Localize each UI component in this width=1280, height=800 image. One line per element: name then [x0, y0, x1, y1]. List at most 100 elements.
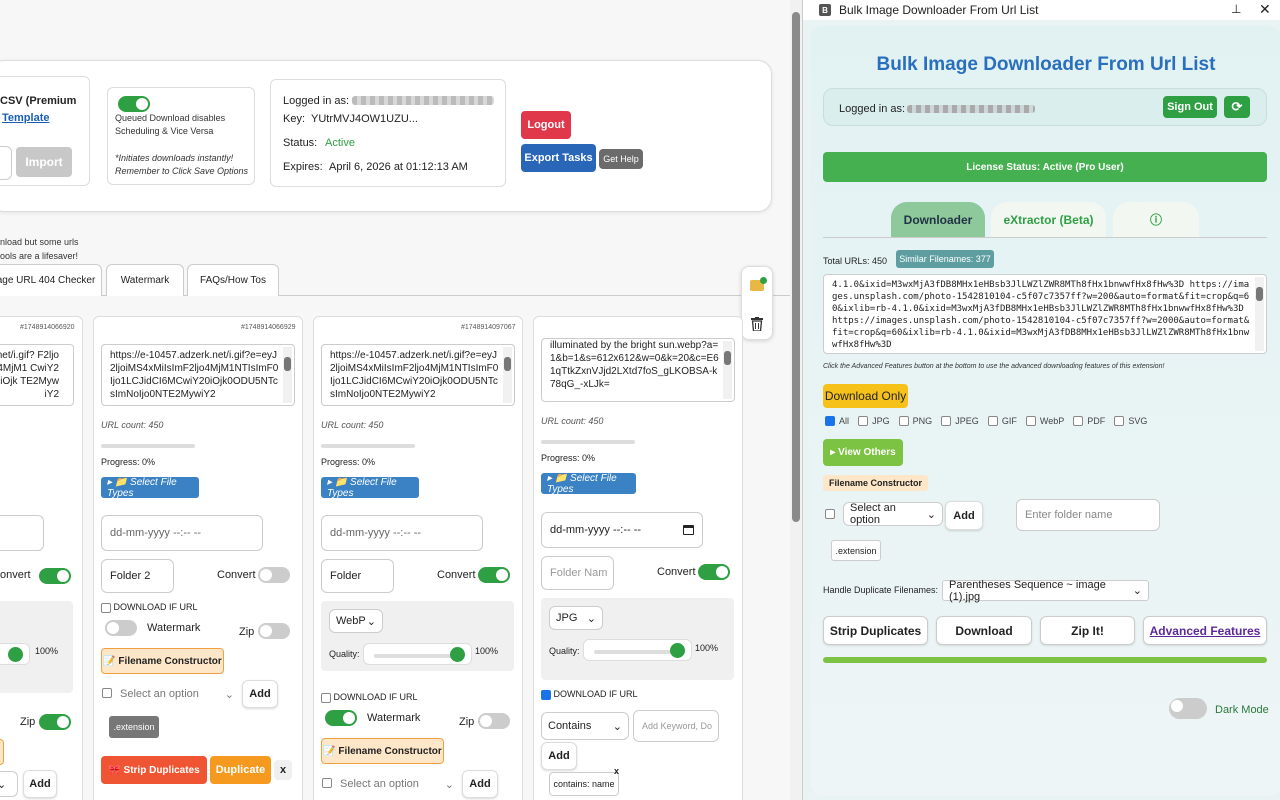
option-select[interactable]: Select an option ⌄	[843, 502, 943, 526]
tab-downloader[interactable]: Downloader	[891, 202, 985, 237]
select-value: Contains	[548, 720, 592, 732]
type-jpg[interactable]: JPG	[858, 416, 890, 426]
folder-name-input[interactable]: Enter folder name	[1016, 499, 1160, 531]
calendar-icon[interactable]	[683, 525, 694, 535]
select-file-types-button[interactable]: ▸ 📁 Select File Types	[541, 473, 636, 495]
close-icon[interactable]: ✕	[1259, 1, 1271, 18]
url-list-textarea[interactable]: 4.1.0&ixid=M3wxMjA3fDB8MHx1eHBsb3JlLWZlZ…	[823, 274, 1267, 354]
option-select[interactable]: ⌄	[0, 771, 18, 797]
dark-mode-toggle[interactable]	[1169, 698, 1207, 719]
zip-it-button[interactable]: Zip It!	[1040, 616, 1135, 645]
type-svg[interactable]: SVG	[1114, 416, 1147, 426]
watermark-toggle[interactable]	[325, 710, 357, 726]
tab-404-checker[interactable]: age URL 404 Checker	[0, 264, 102, 296]
convert-toggle[interactable]	[698, 564, 730, 580]
export-tasks-button[interactable]: Export Tasks	[521, 144, 596, 172]
strip-duplicates-button[interactable]: Strip Duplicates	[823, 616, 928, 645]
type-webp[interactable]: WebP	[1025, 416, 1064, 426]
convert-toggle[interactable]	[258, 567, 290, 583]
duplicate-handling-select[interactable]: Parentheses Sequence ~ image (1).jpg ⌄	[942, 579, 1149, 603]
tag-remove-icon[interactable]: x	[614, 766, 619, 776]
logged-in-label: Logged in as:	[839, 103, 906, 115]
download-only-button[interactable]: Download Only	[823, 384, 908, 408]
add-button[interactable]: Add	[23, 770, 57, 798]
option-select[interactable]: Select an option ⌄	[334, 771, 460, 797]
extension-tag[interactable]: .extension	[109, 716, 159, 738]
tab-faqs[interactable]: FAQs/How Tos	[187, 264, 279, 296]
date-input[interactable]: dd-mm-yyyy --:-- --	[101, 515, 263, 551]
keyword-input[interactable]: Add Keyword, Do	[633, 710, 719, 742]
constructor-checkbox[interactable]	[825, 508, 835, 520]
refresh-button[interactable]: ⟳	[1224, 96, 1250, 118]
url-textarea[interactable]: https://e-10457.adzerk.net/i.gif?e=eyJ2l…	[101, 344, 295, 406]
add-button[interactable]: Add	[541, 742, 577, 770]
url-textarea[interactable]: illuminated by the bright sun.webp?a=1&b…	[541, 338, 735, 402]
dark-mode-label: Dark Mode	[1215, 704, 1269, 716]
pin-icon[interactable]: ⊥	[1231, 2, 1241, 16]
import-button[interactable]: Import	[16, 147, 72, 177]
option-checkbox[interactable]	[102, 687, 112, 699]
file-input[interactable]	[0, 146, 12, 180]
download-if-url[interactable]: DOWNLOAD IF URL	[321, 692, 418, 703]
extension-tag[interactable]: .extension	[831, 540, 881, 561]
quality-slider[interactable]	[0, 643, 30, 665]
tab-watermark[interactable]: Watermark	[106, 264, 184, 296]
page-scrollbar[interactable]	[790, 0, 802, 800]
option-checkbox[interactable]	[322, 777, 332, 789]
download-button[interactable]: Download	[936, 616, 1032, 645]
filename-constructor-button[interactable]: 📝 Filename Constructor	[321, 738, 444, 764]
format-select[interactable]: JPG ⌄	[549, 606, 603, 630]
type-gif[interactable]: GIF	[987, 416, 1017, 426]
url-textarea[interactable]: https://e-10457.adzerk.net/i.gif?e=eyJ2l…	[321, 344, 515, 406]
trash-icon[interactable]	[751, 317, 763, 332]
type-all[interactable]: All	[825, 416, 849, 426]
zip-toggle[interactable]	[478, 713, 510, 729]
watermark-toggle[interactable]	[105, 620, 137, 636]
download-if-url[interactable]: DOWNLOAD IF URL	[101, 602, 198, 613]
queued-toggle[interactable]	[118, 96, 150, 112]
tab-extractor[interactable]: eXtractor (Beta)	[991, 202, 1106, 237]
duplicate-button[interactable]: Duplicate	[210, 756, 271, 784]
download-if-url[interactable]: DOWNLOAD IF URL	[541, 689, 638, 700]
type-png[interactable]: PNG	[898, 416, 932, 426]
add-button[interactable]: Add	[462, 770, 498, 798]
date-input[interactable]: dd-mm-yyyy --:-- --	[541, 512, 703, 548]
type-jpeg[interactable]: JPEG	[941, 416, 979, 426]
convert-toggle[interactable]	[39, 568, 71, 584]
select-file-types-button[interactable]: ▸ 📁 Select File Types	[321, 477, 419, 499]
url-textarea[interactable]: net/i.gif? F2ljo4MjM1 CwiY20iOjk TE2Mywi…	[0, 344, 74, 406]
date-input[interactable]: dd-mm-yyyy --:-- --	[321, 515, 483, 551]
option-select[interactable]: Select an option ⌄	[114, 681, 240, 707]
zip-toggle[interactable]	[39, 714, 71, 730]
format-select[interactable]: WebP ⌄	[329, 609, 383, 633]
zip-toggle[interactable]	[258, 623, 290, 639]
advanced-features-button[interactable]: Advanced Features	[1143, 616, 1267, 645]
contains-select[interactable]: Contains ⌄	[541, 712, 629, 740]
add-button[interactable]: Add	[242, 680, 278, 708]
tab-info[interactable]: ⓘ	[1113, 202, 1199, 237]
download-if-url-checkbox[interactable]	[321, 692, 331, 703]
select-file-types-button[interactable]: ▸ 📁 Select File Types	[101, 477, 199, 499]
date-input[interactable]	[0, 515, 44, 551]
close-button[interactable]: x	[274, 760, 292, 780]
strip-duplicates-button[interactable]: 🎀 Strip Duplicates	[101, 756, 207, 784]
filename-constructor-button[interactable]	[0, 739, 4, 765]
quality-slider[interactable]	[363, 643, 472, 665]
download-if-url-checkbox[interactable]	[541, 689, 551, 700]
get-help-button[interactable]: Get Help	[599, 149, 643, 169]
download-if-url-checkbox[interactable]	[101, 602, 111, 613]
add-folder-icon[interactable]	[750, 277, 767, 291]
add-button[interactable]: Add	[945, 501, 983, 530]
quality-slider[interactable]	[583, 639, 692, 661]
convert-toggle[interactable]	[478, 567, 510, 583]
csv-template-link[interactable]: Template	[2, 112, 49, 124]
folder-input[interactable]: Folder 2	[101, 559, 174, 593]
url-count: URL count: 450	[541, 416, 604, 426]
folder-input[interactable]: Folder	[321, 559, 394, 593]
type-pdf[interactable]: PDF	[1073, 416, 1105, 426]
folder-input[interactable]: Folder Nam	[541, 556, 614, 590]
view-others-button[interactable]: ▸ View Others	[823, 439, 903, 466]
logout-button[interactable]: Logout	[521, 111, 571, 139]
filename-constructor-button[interactable]: 📝 Filename Constructor	[101, 648, 224, 674]
sign-out-button[interactable]: Sign Out	[1163, 96, 1217, 118]
